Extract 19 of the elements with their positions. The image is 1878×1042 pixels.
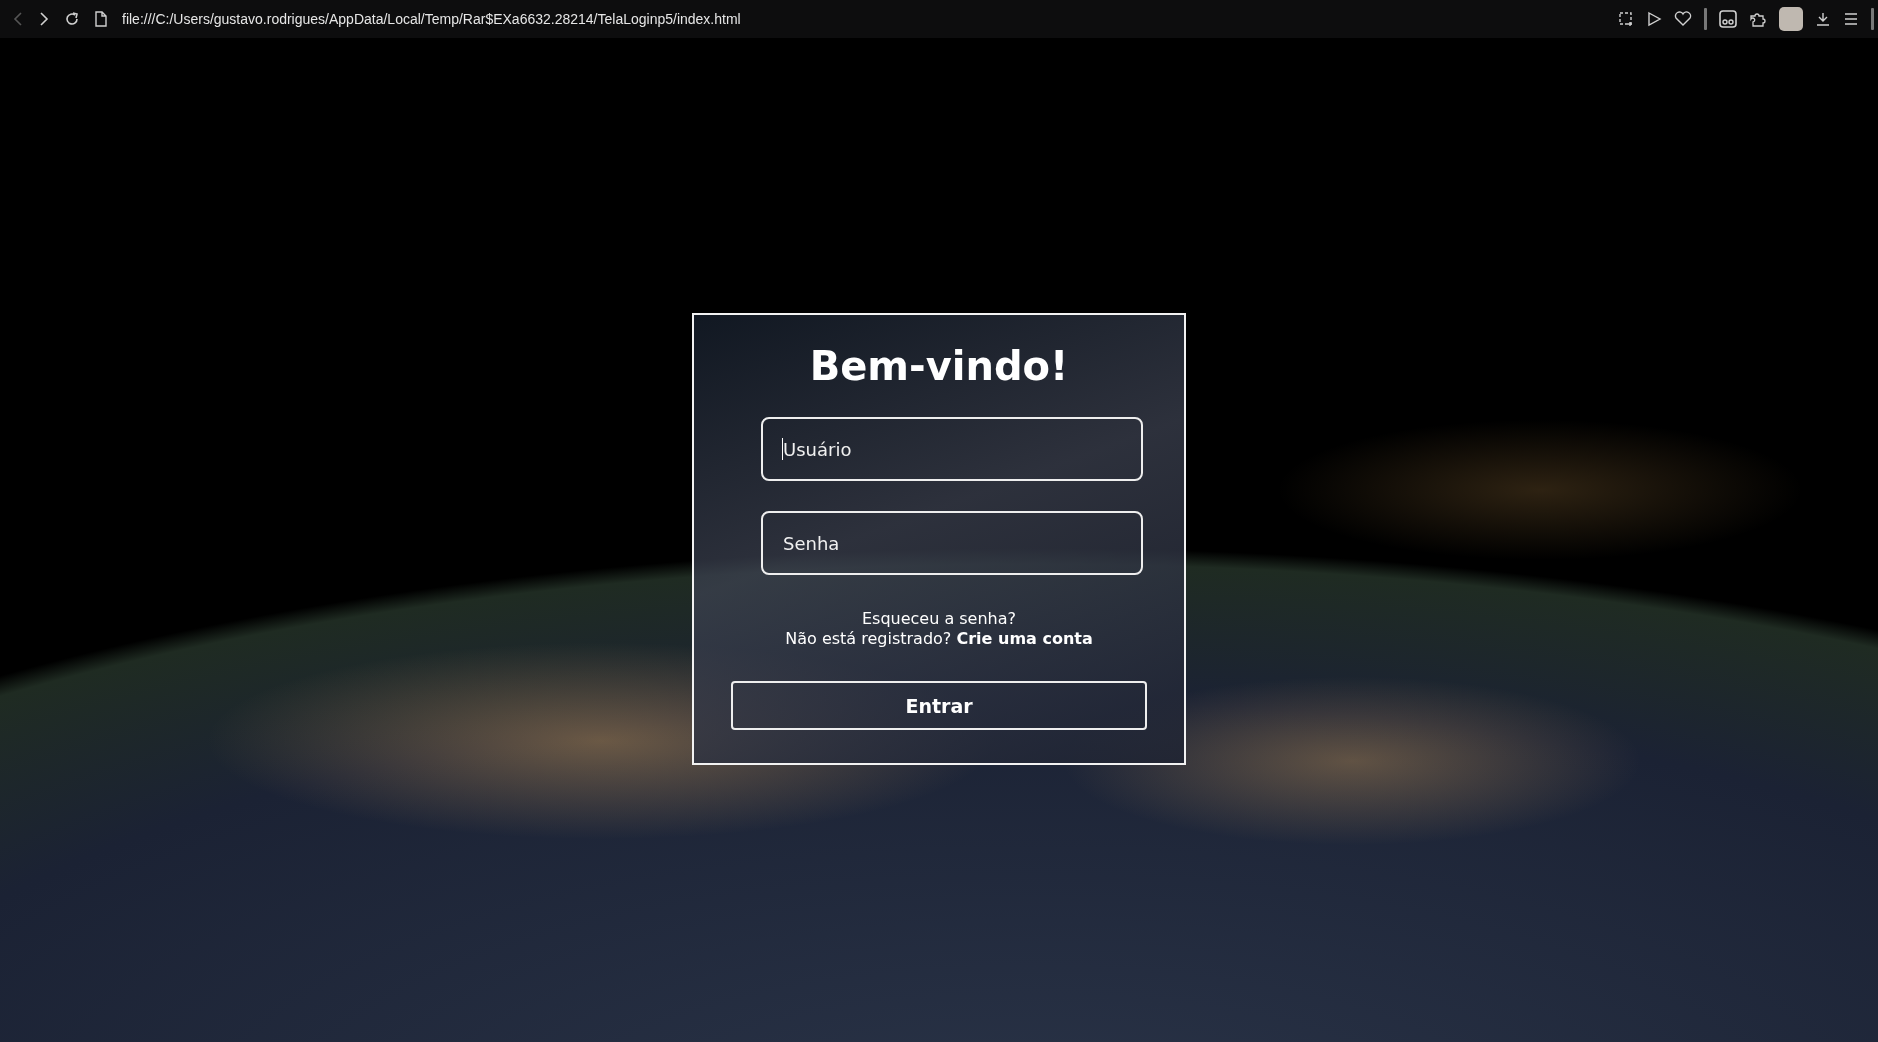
address-bar[interactable]: file:///C:/Users/gustavo.rodrigues/AppData/Local/Temp/Rar$EXa6632.28214/TelaLoginp5/index.html <box>122 11 741 27</box>
register-prompt: Não está registrado? Crie uma conta <box>785 629 1093 649</box>
glasses-icon[interactable] <box>1719 10 1737 28</box>
create-account-link[interactable]: Crie uma conta <box>956 629 1093 648</box>
password-field[interactable]: Senha <box>761 511 1143 575</box>
download-icon[interactable] <box>1815 11 1831 27</box>
page-icon <box>94 11 108 27</box>
puzzle-icon[interactable] <box>1749 10 1767 28</box>
welcome-title: Bem-vindo! <box>809 343 1069 389</box>
reload-icon[interactable] <box>64 11 80 27</box>
menu-icon[interactable] <box>1843 11 1859 27</box>
login-button[interactable]: Entrar <box>731 681 1147 730</box>
forward-icon[interactable] <box>38 11 50 27</box>
play-icon[interactable] <box>1646 11 1662 27</box>
profile-avatar[interactable] <box>1779 7 1803 31</box>
screenshot-icon[interactable] <box>1618 11 1634 27</box>
forgot-password-link[interactable]: Esqueceu a senha? <box>861 609 1017 629</box>
username-field[interactable]: Usuário <box>761 417 1143 481</box>
heart-icon[interactable] <box>1674 11 1692 27</box>
